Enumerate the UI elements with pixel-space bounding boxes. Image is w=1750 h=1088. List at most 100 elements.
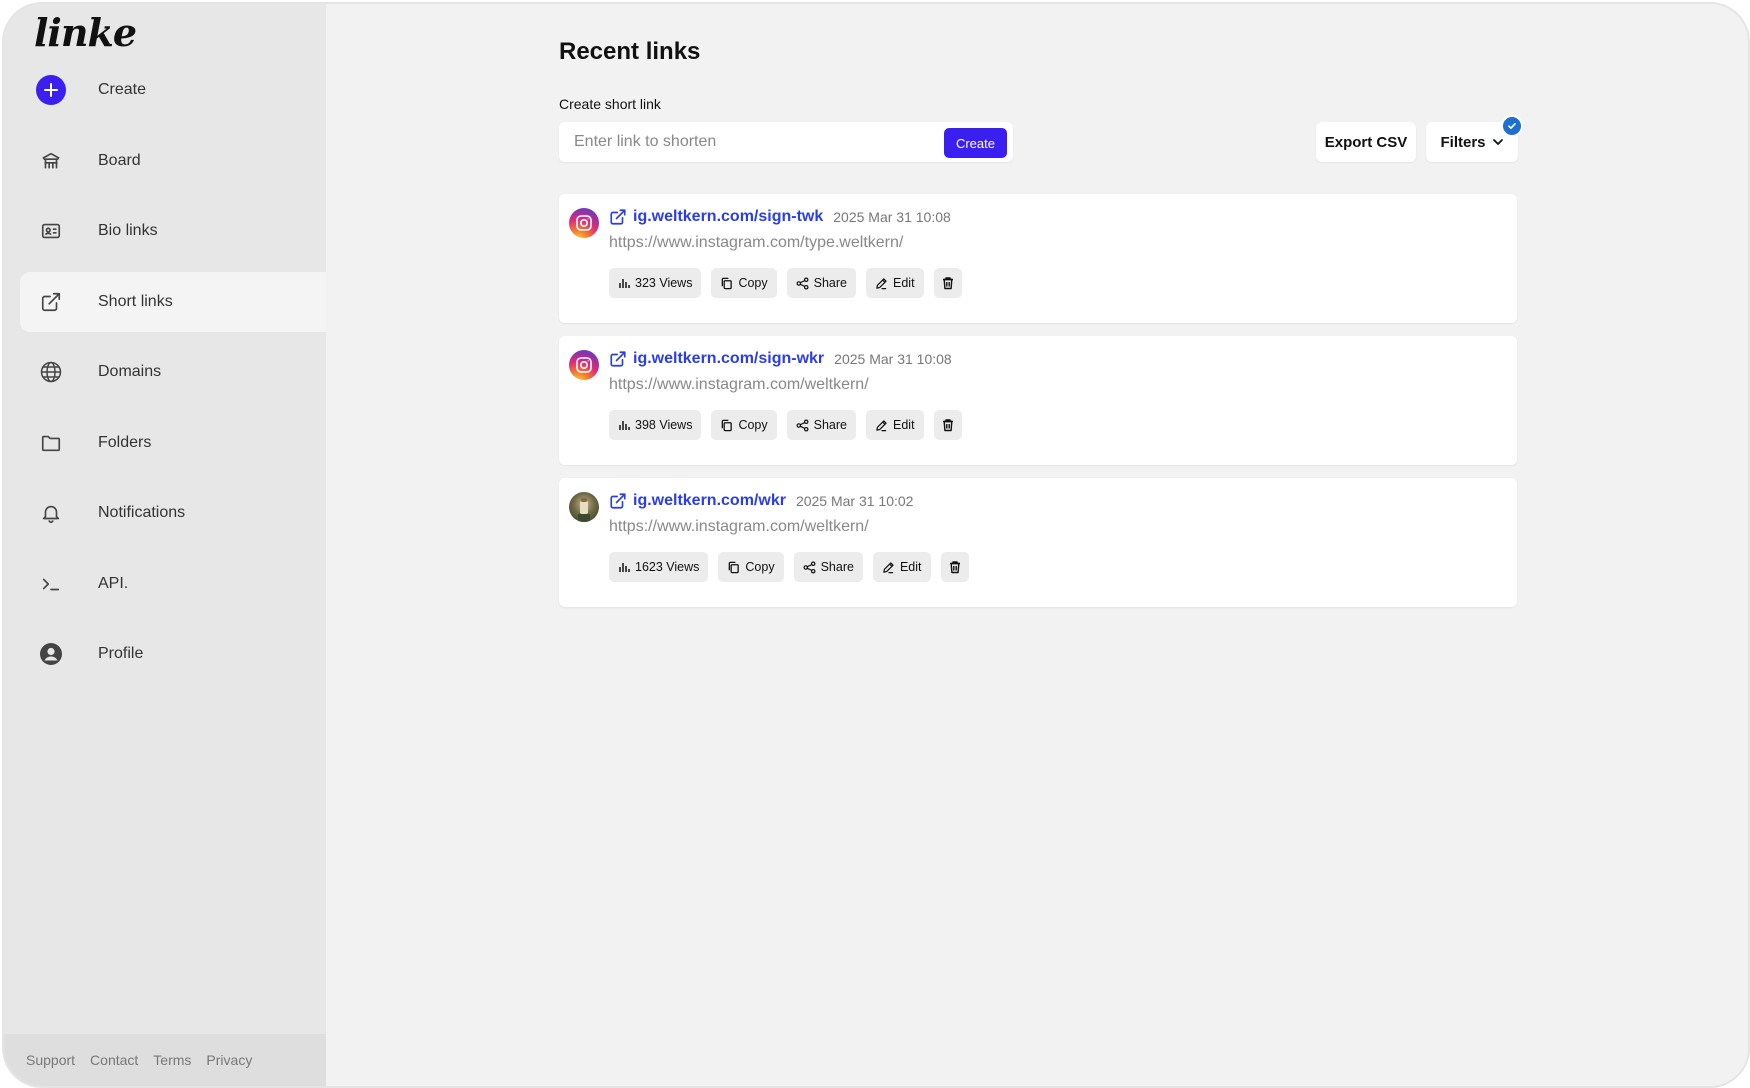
copy-button[interactable]: Copy xyxy=(711,410,777,440)
link-header: ig.weltkern.com/sign-twk 2025 Mar 31 10:… xyxy=(609,208,951,226)
terminal-icon xyxy=(36,569,66,599)
copy-icon xyxy=(720,277,733,290)
delete-button[interactable] xyxy=(933,268,962,298)
share-icon xyxy=(803,561,816,574)
share-icon xyxy=(796,419,809,432)
views-button[interactable]: 1623 Views xyxy=(609,552,709,582)
bell-icon xyxy=(36,498,66,528)
link-actions: 323 Views Copy Share Edit xyxy=(609,268,962,298)
sidebar-item-bio-links[interactable]: Bio links xyxy=(20,201,326,261)
destination-url: https://www.instagram.com/type.weltkern/ xyxy=(609,234,904,251)
share-label: Share xyxy=(820,560,854,574)
sidebar-footer: Support Contact Terms Privacy xyxy=(4,1034,326,1086)
bar-chart-icon xyxy=(618,277,630,289)
footer-link-contact[interactable]: Contact xyxy=(90,1052,138,1068)
trash-icon xyxy=(948,560,962,574)
export-csv-button[interactable]: Export CSV xyxy=(1316,122,1416,162)
edit-label: Edit xyxy=(893,418,915,432)
user-circle-icon xyxy=(36,639,66,669)
share-button[interactable]: Share xyxy=(786,410,856,440)
edit-button[interactable]: Edit xyxy=(872,552,931,582)
instagram-icon xyxy=(569,208,599,238)
link-actions: 398 Views Copy Share Edit xyxy=(609,410,962,440)
link-input[interactable] xyxy=(559,122,939,162)
trash-icon xyxy=(941,276,955,290)
external-link-icon[interactable] xyxy=(609,350,627,368)
link-header: ig.weltkern.com/sign-wkr 2025 Mar 31 10:… xyxy=(609,350,952,368)
link-header: ig.weltkern.com/wkr 2025 Mar 31 10:02 xyxy=(609,492,913,510)
sidebar-item-profile[interactable]: Profile xyxy=(20,624,326,684)
filters-label: Filters xyxy=(1440,133,1486,151)
page-title: Recent links xyxy=(559,38,701,65)
export-csv-label: Export CSV xyxy=(1324,133,1408,151)
share-button[interactable]: Share xyxy=(786,268,856,298)
copy-button[interactable]: Copy xyxy=(718,552,784,582)
check-icon xyxy=(1507,121,1517,131)
copy-label: Copy xyxy=(738,276,768,290)
delete-button[interactable] xyxy=(933,410,962,440)
sidebar-item-label: Domains xyxy=(98,363,162,380)
destination-url: https://www.instagram.com/weltkern/ xyxy=(609,518,869,535)
destination-url: https://www.instagram.com/weltkern/ xyxy=(609,376,869,393)
short-url-link[interactable]: ig.weltkern.com/wkr xyxy=(633,492,786,510)
copy-label: Copy xyxy=(745,560,775,574)
link-date: 2025 Mar 31 10:02 xyxy=(795,493,914,509)
sidebar-item-domains[interactable]: Domains xyxy=(20,342,326,402)
copy-icon xyxy=(727,561,740,574)
link-date: 2025 Mar 31 10:08 xyxy=(833,209,951,225)
filters-active-badge xyxy=(1501,115,1523,137)
sidebar-nav: Create Board Bio links Short links Domai… xyxy=(4,60,326,695)
sidebar-item-short-links[interactable]: Short links xyxy=(20,271,326,332)
trash-icon xyxy=(941,418,955,432)
logo[interactable]: linke xyxy=(34,10,137,55)
sidebar-item-label: Create xyxy=(98,81,147,98)
folder-icon xyxy=(36,428,66,458)
sidebar-item-create[interactable]: Create xyxy=(20,60,326,120)
edit-button[interactable]: Edit xyxy=(866,268,924,298)
create-short-link-form: Create xyxy=(559,122,1013,162)
pencil-icon xyxy=(875,419,888,432)
sidebar-item-label: Folders xyxy=(98,433,152,451)
sidebar-item-notifications[interactable]: Notifications xyxy=(20,483,326,543)
copy-button[interactable]: Copy xyxy=(711,268,777,298)
sidebar-item-label: Short links xyxy=(98,292,173,310)
external-link-icon[interactable] xyxy=(609,208,627,226)
pencil-icon xyxy=(882,561,895,574)
footer-link-support[interactable]: Support xyxy=(26,1052,75,1068)
plus-circle-icon xyxy=(36,75,66,105)
sidebar-item-folders[interactable]: Folders xyxy=(20,413,326,473)
edit-button[interactable]: Edit xyxy=(866,410,924,440)
link-date: 2025 Mar 31 10:08 xyxy=(834,351,952,367)
sidebar-item-board[interactable]: Board xyxy=(20,131,326,191)
footer-link-privacy[interactable]: Privacy xyxy=(206,1052,252,1068)
views-count: 1623 Views xyxy=(635,560,700,574)
views-button[interactable]: 398 Views xyxy=(609,410,702,440)
sidebar-item-label: Board xyxy=(98,151,141,169)
board-icon xyxy=(36,146,66,176)
edit-label: Edit xyxy=(899,560,922,574)
link-card: ig.weltkern.com/sign-twk 2025 Mar 31 10:… xyxy=(559,194,1517,323)
link-card: ig.weltkern.com/sign-wkr 2025 Mar 31 10:… xyxy=(559,336,1517,465)
short-url-link[interactable]: ig.weltkern.com/sign-wkr xyxy=(633,350,824,368)
delete-button[interactable] xyxy=(940,552,969,582)
external-link-icon[interactable] xyxy=(609,492,627,510)
share-button[interactable]: Share xyxy=(793,552,863,582)
views-button[interactable]: 323 Views xyxy=(609,268,702,298)
copy-icon xyxy=(720,419,733,432)
copy-label: Copy xyxy=(738,418,768,432)
bar-chart-icon xyxy=(618,419,630,431)
profile-photo xyxy=(569,492,599,522)
footer-link-terms[interactable]: Terms xyxy=(153,1052,191,1068)
sidebar-item-api[interactable]: API. xyxy=(20,554,326,614)
link-actions: 1623 Views Copy Share Edit xyxy=(609,552,969,582)
create-short-link-label: Create short link xyxy=(559,96,661,112)
globe-icon xyxy=(36,357,66,387)
create-button[interactable]: Create xyxy=(943,128,1007,158)
sidebar-item-label: Notifications xyxy=(98,504,186,521)
main-content: Recent links Create short link Create Ex… xyxy=(326,4,1748,1086)
views-count: 398 Views xyxy=(635,418,693,432)
sidebar-item-label: Profile xyxy=(98,645,144,662)
id-card-icon xyxy=(36,216,66,246)
edit-label: Edit xyxy=(893,276,915,290)
short-url-link[interactable]: ig.weltkern.com/sign-twk xyxy=(633,208,823,226)
